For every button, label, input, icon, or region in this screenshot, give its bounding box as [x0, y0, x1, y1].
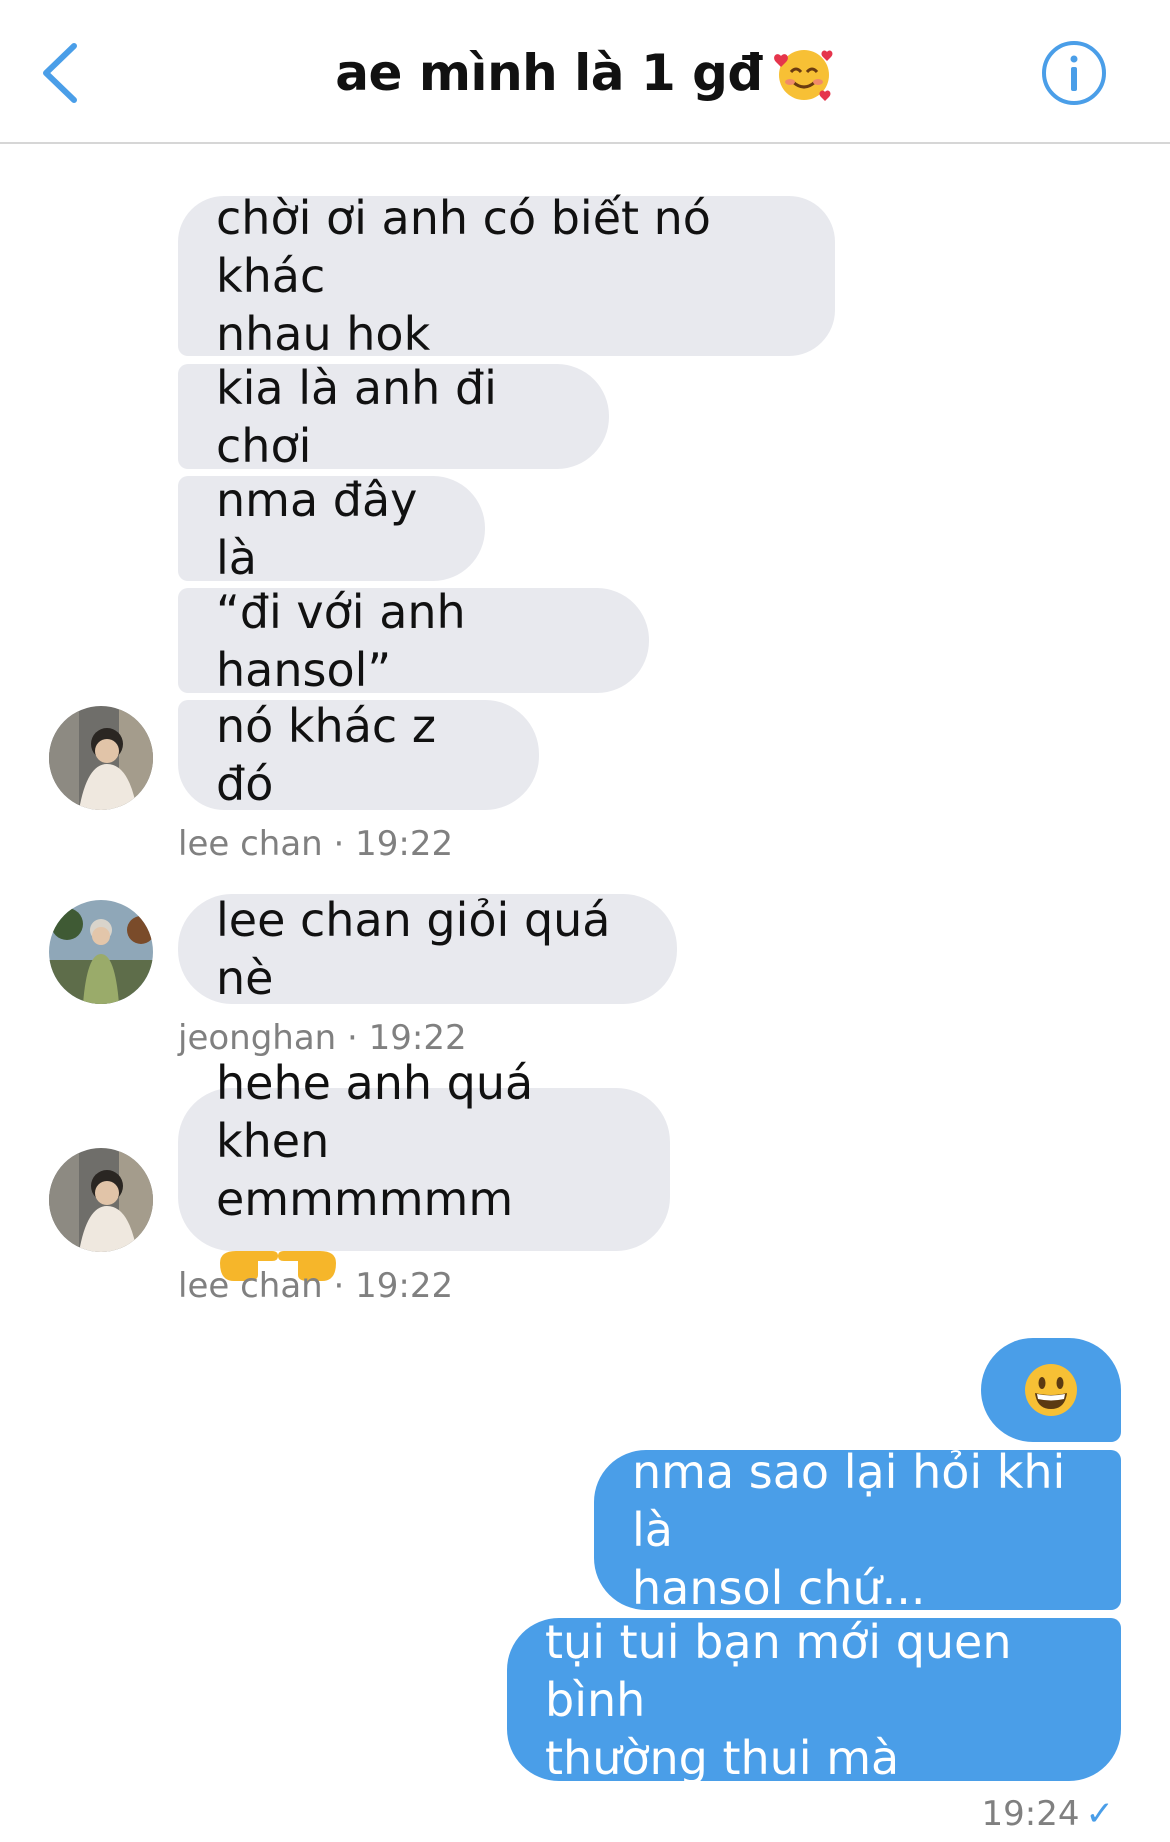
info-icon[interactable]	[1040, 39, 1108, 107]
message-bubble[interactable]: hehe anh quá khen emmmmmm	[178, 1056, 670, 1281]
avatar[interactable]	[49, 706, 153, 810]
message-text: “đi với anh hansol”	[216, 584, 466, 697]
message-bubble[interactable]: nma đây là	[178, 473, 485, 585]
message-text: kia là anh đi chơi	[216, 360, 497, 473]
message-bubble[interactable]: tụi tui bạn mới quen bình thường thui mà	[507, 1615, 1121, 1785]
message-bubble[interactable]	[981, 1338, 1121, 1442]
message-meta: 19:24 ✓	[982, 1794, 1114, 1834]
chat-title-text: ae mình là 1 gđ	[335, 44, 763, 102]
message-bubble[interactable]: lee chan giỏi quá nè	[178, 893, 677, 1005]
grinning-face-emoji	[1025, 1364, 1077, 1416]
message-text: nma sao lại hỏi khi là hansol chứ...	[632, 1445, 1066, 1615]
avatar[interactable]	[49, 1148, 153, 1252]
chat-header: ae mình là 1 gđ	[0, 0, 1170, 144]
message-text: lee chan giỏi quá nè	[216, 893, 611, 1005]
chat-title: ae mình là 1 gđ	[0, 42, 1170, 104]
message-meta: lee chan · 19:22	[178, 824, 454, 864]
message-text: chời ơi anh có biết nó khác nhau hok	[216, 191, 711, 361]
message-bubble[interactable]: chời ơi anh có biết nó khác nhau hok	[178, 191, 835, 361]
message-meta: jeonghan · 19:22	[178, 1018, 467, 1058]
checkmark-icon: ✓	[1085, 1794, 1115, 1834]
message-text: nma đây là	[216, 472, 418, 585]
message-bubble[interactable]: nma sao lại hỏi khi là hansol chứ...	[594, 1445, 1121, 1615]
smiling-face-with-hearts-emoji	[773, 50, 833, 101]
avatar[interactable]	[49, 900, 153, 1004]
sent-time: 19:24	[981, 1794, 1080, 1834]
message-meta: lee chan · 19:22	[178, 1266, 454, 1306]
message-text: nó khác z đó	[216, 699, 436, 811]
message-bubble[interactable]: kia là anh đi chơi	[178, 361, 609, 473]
message-bubble[interactable]: nó khác z đó	[178, 699, 539, 811]
message-text: hehe anh quá khen emmmmmm	[216, 1054, 632, 1286]
message-bubble[interactable]: “đi với anh hansol”	[178, 585, 649, 697]
message-text: tụi tui bạn mới quen bình thường thui mà	[545, 1614, 1012, 1785]
